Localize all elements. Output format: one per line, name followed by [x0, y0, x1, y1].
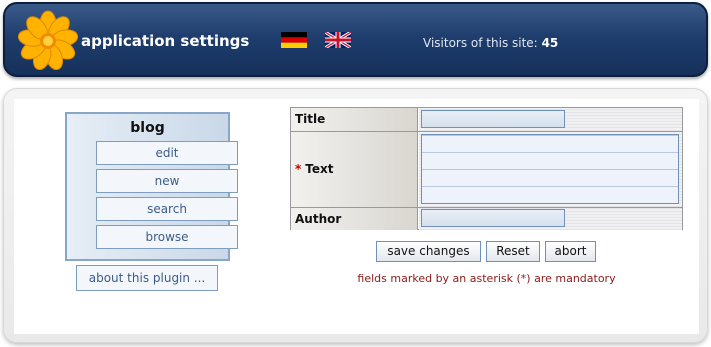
- required-asterisk: *: [295, 162, 302, 176]
- text-textarea[interactable]: [421, 134, 679, 204]
- blog-nav-title: blog: [130, 120, 165, 136]
- text-label: * Text: [291, 132, 418, 207]
- abort-button[interactable]: abort: [545, 241, 596, 262]
- save-changes-button[interactable]: save changes: [376, 241, 481, 262]
- author-field-cell: [419, 208, 682, 230]
- nav-search-button[interactable]: search: [96, 197, 238, 221]
- app-title: application settings: [81, 32, 250, 50]
- flower-icon: [17, 10, 79, 70]
- app-header: application settings Visitors of this si…: [3, 2, 708, 77]
- visitors-label: Visitors of this site:: [423, 36, 538, 50]
- title-input[interactable]: [421, 110, 565, 128]
- author-label: Author: [291, 208, 418, 230]
- nav-browse-button[interactable]: browse: [96, 225, 238, 249]
- settings-form: Title * Text Author: [290, 107, 683, 230]
- title-label-text: Title: [295, 112, 326, 126]
- nav-edit-button[interactable]: edit: [96, 141, 238, 165]
- author-label-text: Author: [295, 212, 342, 226]
- text-field-cell: [419, 132, 682, 207]
- title-field-cell: [419, 108, 682, 131]
- text-label-text: Text: [305, 162, 334, 176]
- nav-new-button[interactable]: new: [96, 169, 238, 193]
- about-plugin-button[interactable]: about this plugin ...: [76, 265, 218, 291]
- reset-button[interactable]: Reset: [486, 241, 540, 262]
- german-flag-icon[interactable]: [281, 32, 307, 48]
- title-label: Title: [291, 108, 418, 131]
- visitors-count: 45: [541, 36, 559, 50]
- mandatory-fields-note: fields marked by an asterisk (*) are man…: [357, 272, 616, 285]
- english-flag-icon[interactable]: [325, 32, 351, 48]
- visitor-counter: Visitors of this site: 45: [423, 36, 558, 50]
- author-input[interactable]: [421, 209, 565, 227]
